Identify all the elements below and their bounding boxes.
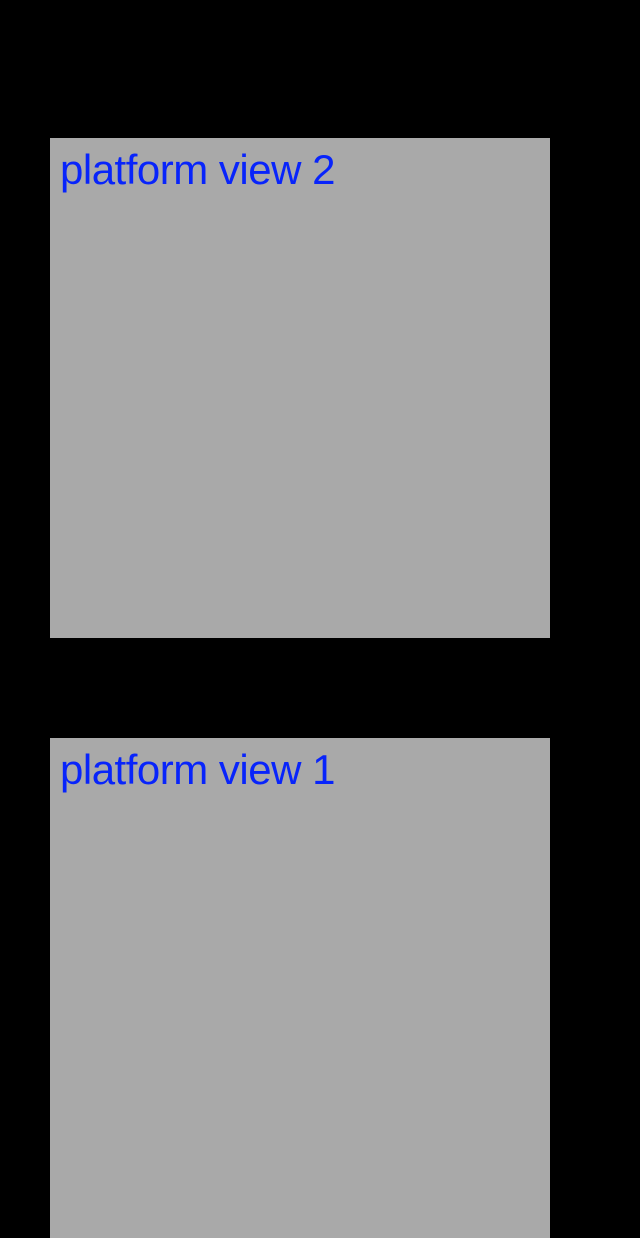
platform-view-1-label: platform view 1: [50, 738, 550, 794]
platform-view-2: platform view 2: [50, 138, 550, 638]
platform-view-1: platform view 1: [50, 738, 550, 1238]
platform-view-2-label: platform view 2: [50, 138, 550, 194]
